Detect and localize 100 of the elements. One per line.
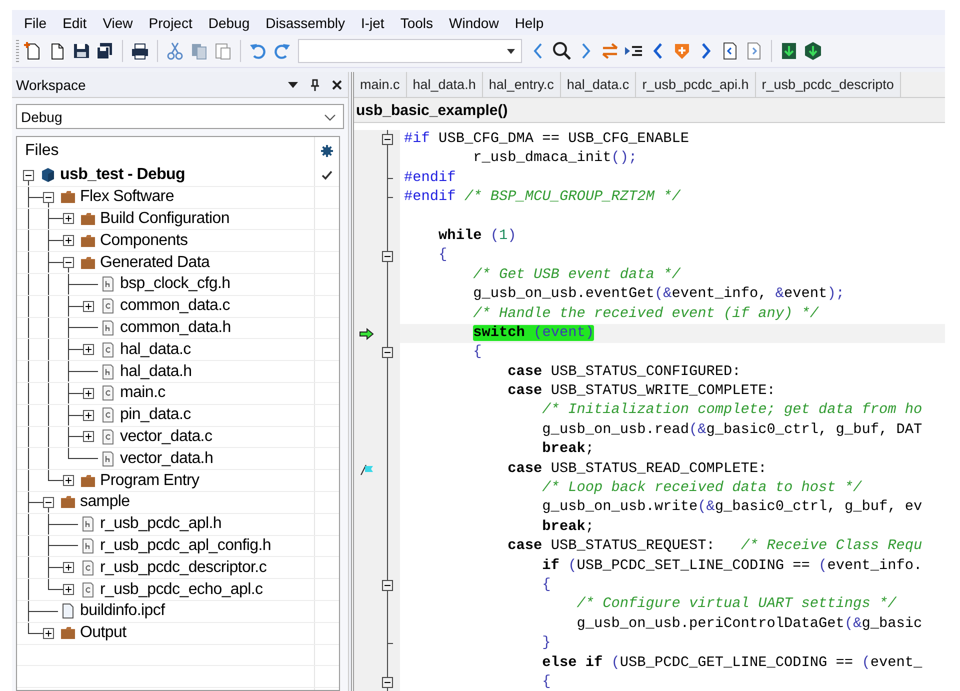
menu-item[interactable]: View [94,14,141,30]
collapse-icon[interactable] [382,250,392,262]
tree-item[interactable]: usb_test - Debug [60,166,185,184]
expand-icon[interactable] [62,235,74,246]
tree-item[interactable]: r_usb_pcdc_apl_config.h [100,536,272,555]
collapse-icon[interactable] [382,134,392,146]
source-file-icon [100,298,116,314]
code-line: case USB_STATUS_READ_COMPLETE: [506,460,768,479]
collapse-icon[interactable] [382,347,392,358]
menu-item[interactable]: Debug [200,14,258,30]
expand-icon[interactable] [82,388,94,399]
code-line: g_usb_on_usb.periControlDataGet(&g_basic [576,614,924,634]
menu-item[interactable]: Help [506,14,552,30]
menu-item[interactable]: Window [441,14,507,30]
header-file-icon [100,364,116,380]
tree-item[interactable]: Flex Software [80,188,174,206]
expand-icon[interactable] [42,628,54,639]
tree-item[interactable]: Build Configuration [100,210,230,228]
code-line: /* Configure virtual UART settings */ [576,595,898,614]
file-tab[interactable]: main.c [354,72,407,97]
cut-icon[interactable] [165,41,185,61]
tree-item[interactable]: Components [100,232,188,250]
menu-item[interactable]: File [16,14,55,30]
collapse-icon[interactable] [42,496,54,508]
settings-icon[interactable] [321,145,333,157]
expand-icon[interactable] [62,475,74,486]
tree-item[interactable]: Generated Data [100,254,210,272]
expand-icon[interactable] [82,344,94,356]
code-line: { [472,343,483,362]
shield-icon[interactable] [672,41,692,61]
code-line: break; [541,518,595,537]
tree-item[interactable]: bsp_clock_cfg.h [120,275,230,294]
pin-icon[interactable] [308,78,322,92]
header-file-icon [100,320,116,336]
file-tab[interactable]: r_usb_pcdc_descripto [756,72,901,97]
menu-item[interactable]: Edit [54,14,95,30]
code-line: else if (USB_PCDC_GET_LINE_CODING == (event_ [541,654,924,673]
tree-item[interactable]: common_data.c [120,297,230,316]
print-icon[interactable] [130,41,150,61]
expand-icon[interactable] [62,213,74,224]
tree-item[interactable]: r_usb_pcdc_echo_apl.c [100,580,263,599]
folder-icon [80,210,96,227]
file-tab[interactable]: hal_data.c [560,72,636,97]
expand-icon[interactable] [82,300,94,312]
tree-item[interactable]: vector_data.h [120,450,214,468]
save-icon[interactable] [71,41,91,61]
cube-icon [40,167,56,184]
code-line: /* Loop back received data to host */ [541,479,863,498]
tree-item[interactable]: main.c [120,384,166,402]
folder-icon [80,232,96,249]
expand-icon[interactable] [62,584,74,596]
tree-item[interactable]: r_usb_pcdc_apl.h [100,515,222,534]
tree-item[interactable]: pin_data.c [120,406,191,424]
redo-icon[interactable] [272,41,292,61]
menu-item[interactable]: Tools [392,14,442,30]
menu-item[interactable]: Project [140,14,200,30]
configuration-dropdown[interactable]: Debug [16,104,344,129]
folder-icon [60,189,76,206]
folder-icon [80,254,96,271]
file-tab[interactable]: hal_entry.c [482,72,561,97]
tree-item[interactable]: r_usb_pcdc_descriptor.c [100,558,267,577]
code-line: /* Get USB event data */ [472,266,682,285]
tree-item[interactable]: common_data.h [120,318,231,337]
menu-item[interactable]: Disassembly [258,14,353,30]
collapse-icon[interactable] [382,677,392,688]
code-line: #endif /* BSP_MCU_GROUP_RZT2M */ [403,188,682,208]
expand-icon[interactable] [62,562,74,574]
header-file-icon [80,538,96,554]
tree-item[interactable]: buildinfo.ipcf [80,602,165,620]
code-line: break; [541,440,595,460]
code-line: g_usb_on_usb.write(&g_basic0_ctrl, g_buf, ev [541,498,924,518]
save-all-icon[interactable] [95,41,115,61]
tree-item[interactable]: Program Entry [100,472,200,490]
collapse-icon[interactable] [62,257,74,268]
expand-icon[interactable] [82,410,94,421]
code-line: g_usb_on_usb.eventGet(&event_info, &event); [472,285,846,304]
code-line: g_usb_on_usb.read(&g_basic0_ctrl, g_buf, DAT [541,420,924,440]
collapse-icon[interactable] [22,170,34,181]
menu-item[interactable]: I-jet [352,14,392,30]
source-file-icon [100,385,116,402]
paste-icon[interactable] [213,41,233,61]
close-icon[interactable] [330,78,344,92]
hexagon-icon[interactable] [803,41,823,61]
search-icon[interactable] [552,41,572,61]
tree-item[interactable]: Output [80,624,126,642]
code-line: while (1) [438,226,518,246]
file-tab[interactable]: hal_data.h [406,72,483,97]
tree-item[interactable]: hal_data.h [120,362,192,381]
tree-item[interactable]: hal_data.c [120,340,191,359]
tree-item[interactable]: vector_data.c [120,428,212,446]
collapse-icon[interactable] [42,192,54,203]
code-line: { [541,672,552,691]
download-icon[interactable] [779,41,799,61]
tree-item[interactable]: sample [80,493,130,512]
collapse-icon[interactable] [382,580,392,592]
undo-icon[interactable] [248,41,268,61]
file-tab[interactable]: r_usb_pcdc_api.h [636,72,756,97]
expand-icon[interactable] [82,431,94,442]
code-line: r_usb_dmaca_init(); [472,149,638,168]
code-line: { [541,576,552,595]
